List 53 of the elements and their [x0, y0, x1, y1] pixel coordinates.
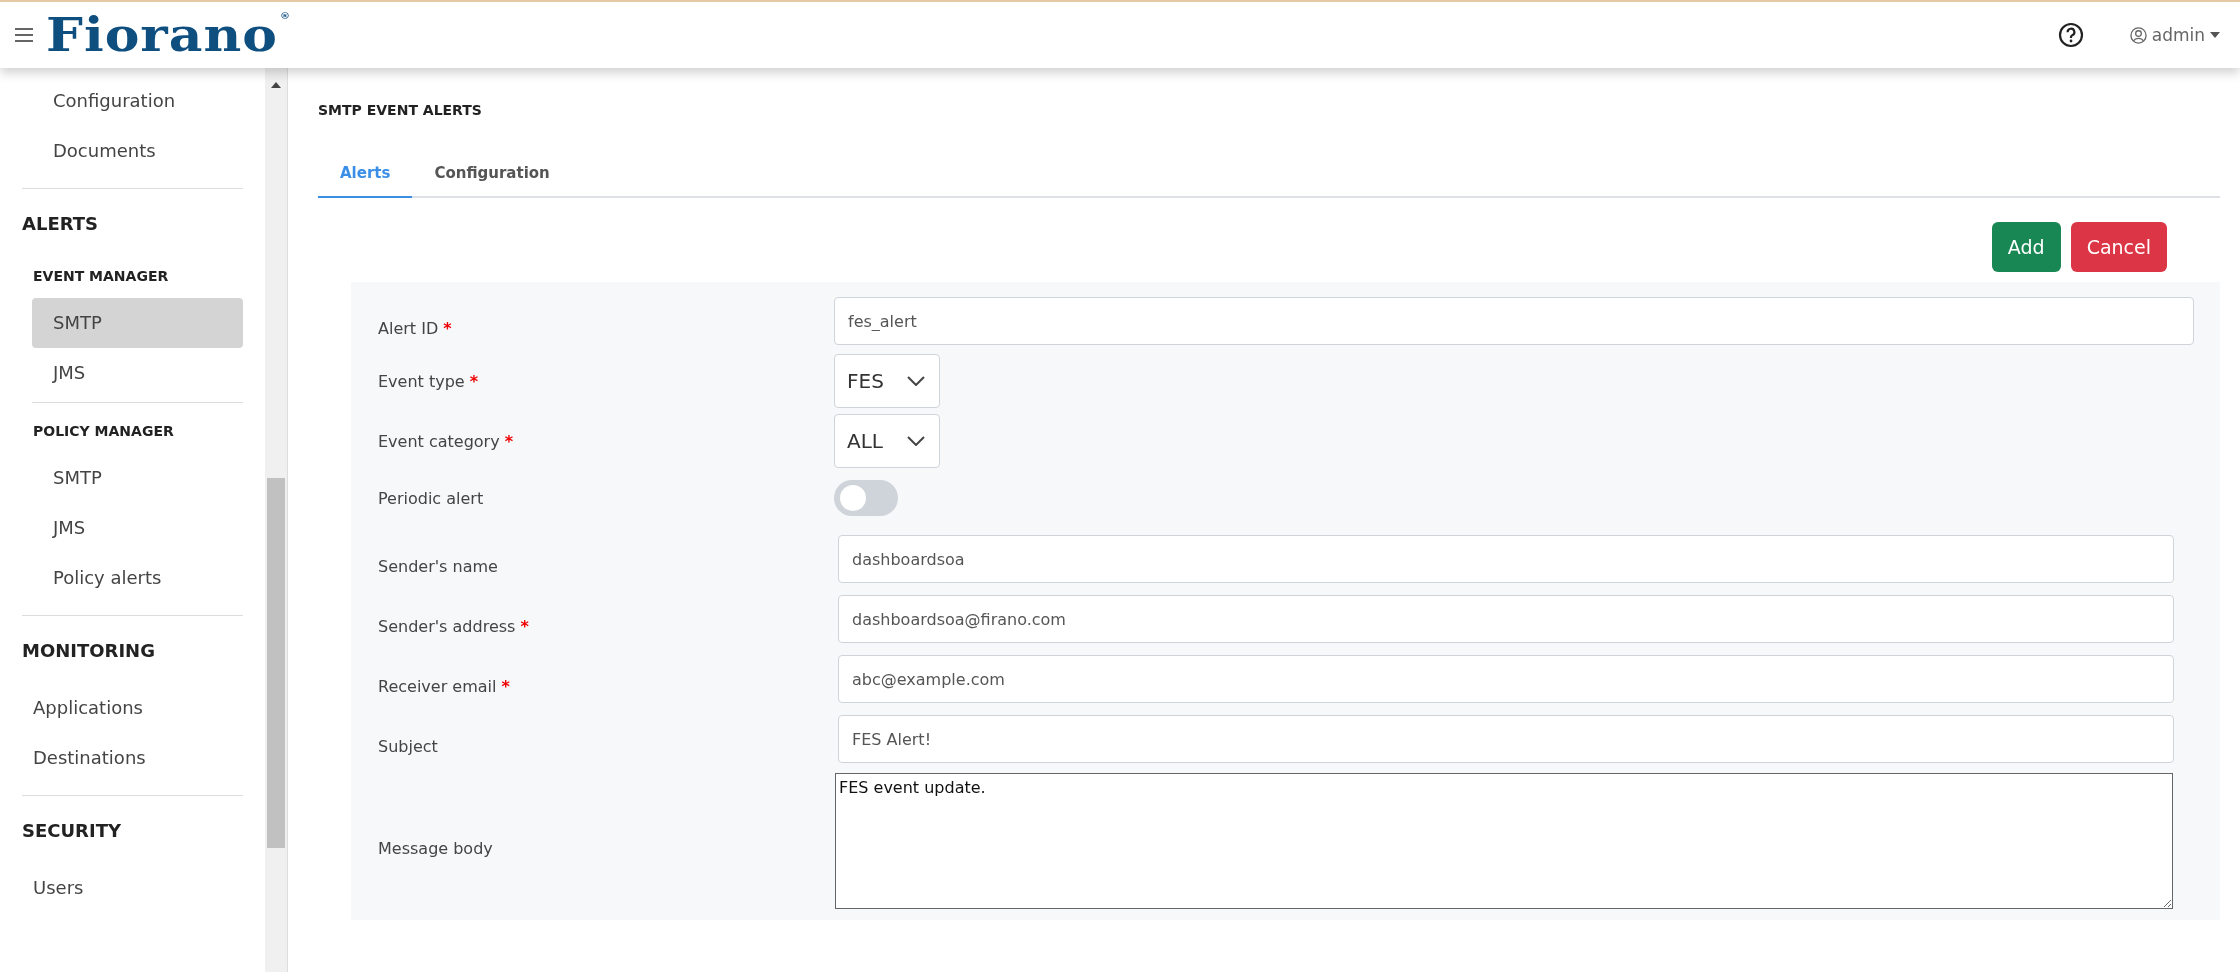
- sidebar-item[interactable]: Policy alerts: [32, 553, 243, 603]
- help-icon[interactable]: [2057, 22, 2084, 48]
- chevron-down-icon: [907, 376, 925, 386]
- section-heading: ALERTS: [22, 212, 99, 236]
- sidebar-item[interactable]: Destinations: [22, 733, 243, 783]
- field-label: Alert ID: [378, 318, 439, 338]
- section-heading: SECURITY: [22, 819, 122, 843]
- cancel-button[interactable]: Cancel: [2070, 222, 2167, 272]
- required-mark: *: [469, 371, 479, 391]
- add-button[interactable]: Add: [1991, 222, 2061, 272]
- field-label: Sender's address: [378, 616, 516, 636]
- sidebar-item[interactable]: JMS: [32, 503, 243, 553]
- scrollbar-thumb[interactable]: [267, 478, 285, 848]
- field-label: Receiver email: [378, 676, 497, 696]
- select-field[interactable]: FES: [834, 354, 940, 408]
- message-textarea[interactable]: FES event update.: [835, 773, 2173, 909]
- sidebar-item[interactable]: SMTP: [32, 453, 243, 503]
- user-menu[interactable]: admin: [2129, 25, 2220, 45]
- sidebar-item[interactable]: SMTP: [32, 298, 243, 348]
- page-title: SMTP EVENT ALERTS: [318, 102, 483, 118]
- required-mark: *: [443, 318, 452, 338]
- field-label: Periodic alert: [378, 488, 484, 508]
- sidebar-item[interactable]: Documents: [32, 126, 243, 176]
- input-field[interactable]: dashboardsoa: [838, 535, 2174, 583]
- select-field[interactable]: ALL: [834, 414, 940, 468]
- menu-icon[interactable]: [14, 27, 34, 43]
- sidebar-item[interactable]: Applications: [22, 683, 243, 733]
- required-mark: *: [520, 616, 529, 636]
- field-label: Sender's name: [378, 556, 498, 576]
- required-mark: *: [504, 431, 513, 451]
- field-label: Subject: [378, 736, 438, 756]
- sidebar-item[interactable]: Users: [22, 863, 243, 913]
- group-heading: POLICY MANAGER: [32, 422, 175, 441]
- scroll-up-icon[interactable]: [271, 82, 281, 88]
- field-label: Event category: [378, 431, 500, 451]
- sidebar-item[interactable]: JMS: [32, 348, 243, 398]
- toggle-switch[interactable]: [834, 480, 898, 516]
- sidebar-item[interactable]: Configuration: [32, 76, 243, 126]
- caret-icon: [2210, 32, 2220, 38]
- user-icon: [2129, 26, 2147, 44]
- input-field[interactable]: abc@example.com: [838, 655, 2174, 703]
- scrollbar[interactable]: [265, 68, 287, 972]
- field-label: Event type: [378, 371, 465, 391]
- input-field[interactable]: dashboardsoa@firano.com: [838, 595, 2174, 643]
- required-mark: *: [501, 676, 510, 696]
- input-field[interactable]: fes_alert: [834, 297, 2194, 345]
- chevron-down-icon: [907, 436, 925, 446]
- input-field[interactable]: FES Alert!: [838, 715, 2174, 763]
- field-label: Message body: [378, 838, 493, 858]
- logo: Fiorano$^{®}$: [46, 11, 291, 59]
- section-heading: MONITORING: [22, 639, 156, 663]
- tab[interactable]: Configuration: [412, 154, 572, 198]
- group-heading: EVENT MANAGER: [32, 267, 170, 286]
